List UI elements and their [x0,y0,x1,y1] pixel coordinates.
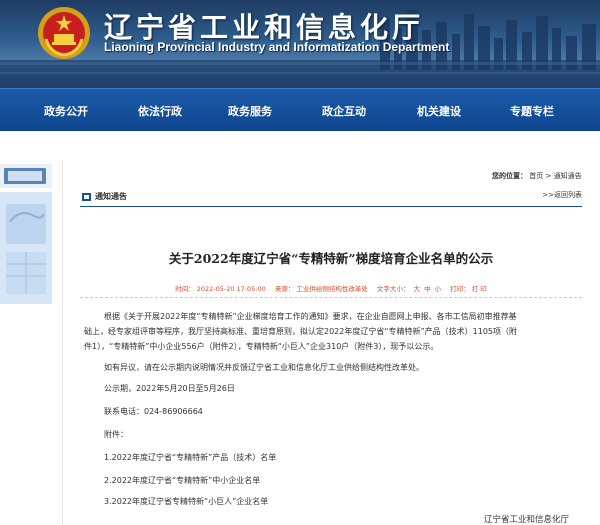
attachment-link-3[interactable]: 3.2022年度辽宁省专精特新“小巨人”企业名单 [104,494,268,509]
back-to-list-link[interactable]: >>返回列表 [542,190,582,200]
breadcrumb-label: 您的位置： [492,172,527,180]
meta-divider [80,297,582,298]
nav-item-organ-construction[interactable]: 机关建设 [417,103,461,119]
meta-source: 工业供给侧结构性改革处 [296,285,368,293]
article-paragraph-line: 础上，经专家组评审等程序，我厅坚持高标准、重培育原则，拟认定2022年度辽宁省“… [84,327,518,336]
attachment-link-2[interactable]: 2.2022年度辽宁省“专精特新”中小企业名单 [104,473,260,488]
section-title: 通知通告 [95,192,127,201]
nav-item-government-affairs[interactable]: 政务公开 [44,103,88,119]
section-bullet-icon [82,193,91,201]
article-title: 关于2022年度辽宁省“专精特新”梯度培育企业名单的公示 [168,251,494,266]
meta-source-label: 来源： [274,285,295,293]
article-signature: 辽宁省工业和信息化厅 [484,515,570,525]
section-header: 通知通告 >>返回列表 [80,188,582,207]
article-paragraph-line: 如有异议，请在公示期内说明情况并反馈辽宁省工业和信息化厅工业供给侧结构性改革处。 [104,363,424,372]
article-paragraph-line: 件1），“专精特新”中小企业556户（附件2），专精特新“小巨人”企业310户（… [84,342,439,351]
breadcrumb-home-link[interactable]: 首页 [529,172,543,180]
breadcrumb-current-link[interactable]: 通知通告 [554,172,582,180]
sidebar-illustration [0,164,52,304]
meta-print-label: 打印： [450,285,470,293]
publicity-period: 公示期，2022年5月20日至5月26日 [104,384,235,393]
national-emblem-icon [38,7,90,59]
main-nav: 政务公开 依法行政 政务服务 政企互动 机关建设 专题专栏 [0,88,600,131]
site-banner: 辽宁省工业和信息化厅 Liaoning Provincial Industry … [0,0,600,88]
contact-phone: 联系电话：024-86906664 [104,407,203,416]
attachment-link-1[interactable]: 1.2022年度辽宁省“专精特新”产品（技术）名单 [104,450,276,465]
font-size-large-button[interactable]: 大 [413,285,420,293]
font-size-medium-button[interactable]: 中 [424,285,431,293]
nav-item-law-administration[interactable]: 依法行政 [138,103,182,119]
meta-font-size-label: 文字大小： [376,285,410,293]
font-size-small-button[interactable]: 小 [435,285,442,293]
article-meta: 时间： 2022-05-20 17:05:00 来源： 工业供给侧结构性改革处 文字… [80,283,582,293]
print-button[interactable]: 打 印 [472,285,487,293]
breadcrumb-separator: > [545,172,552,180]
meta-time-label: 时间： [175,285,195,293]
meta-time: 2022-05-20 17:05:00 [196,285,266,293]
site-title-en: Liaoning Provincial Industry and Informa… [104,40,450,54]
article-paragraph-line: 根据《关于开展2022年度“专精特新”企业梯度培育工作的通知》要求，在企业自愿网… [104,312,517,321]
nav-item-government-services[interactable]: 政务服务 [228,103,272,119]
nav-item-enterprise-interaction[interactable]: 政企互动 [322,103,366,119]
attachments-label: 附件： [104,430,128,439]
nav-item-special-topics[interactable]: 专题专栏 [510,103,554,119]
breadcrumb: 您的位置： 首页 > 通知通告 [492,171,582,181]
